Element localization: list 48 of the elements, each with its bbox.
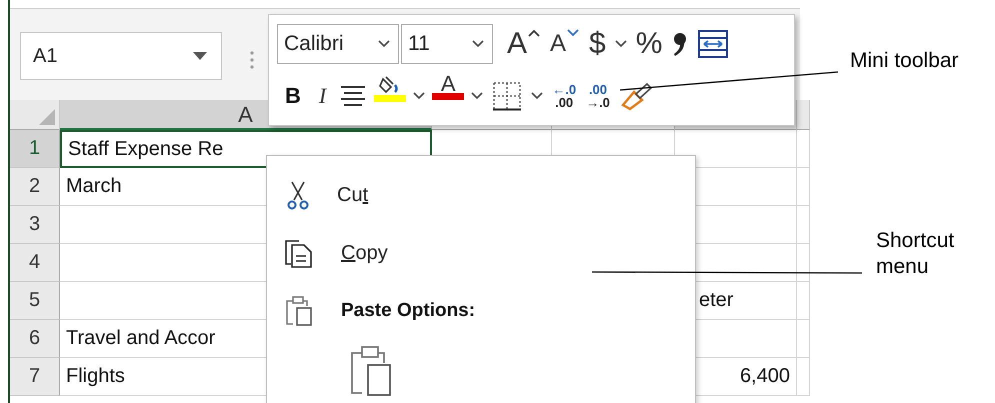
menu-item[interactable]: Cut xyxy=(337,184,368,206)
row-header[interactable]: 1 xyxy=(10,130,60,168)
borders-icon xyxy=(492,81,522,111)
table-cell xyxy=(797,244,810,282)
table-cell xyxy=(797,282,810,320)
row-header[interactable]: 5 xyxy=(10,282,60,320)
chevron-icon xyxy=(614,40,627,48)
callout-label: Mini toolbar xyxy=(850,48,960,74)
table-cell xyxy=(797,168,810,206)
dropdown-arrow-icon xyxy=(193,52,207,60)
row-header[interactable]: 3 xyxy=(10,206,60,244)
decimal-button[interactable]: .00 →.0 xyxy=(582,75,614,117)
row-header[interactable]: 4 xyxy=(10,244,60,282)
copy-icon xyxy=(285,238,315,268)
font-color-button[interactable]: A xyxy=(430,75,466,117)
chevron-icon xyxy=(471,92,484,100)
chevron-icon xyxy=(531,92,544,100)
caret-icon xyxy=(528,29,540,37)
row-header[interactable]: 6 xyxy=(10,320,60,358)
align-center-icon xyxy=(340,85,366,107)
clipboard-icon xyxy=(285,296,315,326)
percent-button[interactable]: % xyxy=(632,23,666,65)
decimal-button[interactable]: ←.0 .00 xyxy=(548,75,580,117)
chevron-icon xyxy=(413,92,426,100)
grow-font-button[interactable]: A xyxy=(503,23,544,65)
table-cell xyxy=(797,320,810,358)
clipboard-icon xyxy=(350,345,392,397)
row-header[interactable]: 2 xyxy=(10,168,60,206)
comma-icon xyxy=(672,30,688,58)
table-cell xyxy=(797,358,810,396)
row-header[interactable]: 7 xyxy=(10,358,60,396)
table-cell xyxy=(797,206,810,244)
menu-heading: Paste Options: xyxy=(341,300,476,322)
chevron-icon xyxy=(472,40,484,48)
font-name-field[interactable]: Calibri xyxy=(277,24,399,64)
shrink-font-button[interactable]: A xyxy=(546,23,584,65)
name-box[interactable]: A1 xyxy=(20,32,222,80)
grip-icon xyxy=(250,51,254,69)
scissors-icon xyxy=(285,180,311,210)
merge-cells-icon xyxy=(698,30,728,58)
currency-button[interactable]: $ xyxy=(585,23,610,65)
paintbrush-icon xyxy=(620,81,654,111)
font-size-field[interactable]: 11 xyxy=(401,24,493,64)
callout-label: Shortcut menu xyxy=(876,228,956,280)
caret-icon xyxy=(567,29,580,37)
menu-item[interactable]: Copy xyxy=(341,242,388,264)
chevron-icon xyxy=(378,40,390,48)
table-cell xyxy=(797,130,810,168)
